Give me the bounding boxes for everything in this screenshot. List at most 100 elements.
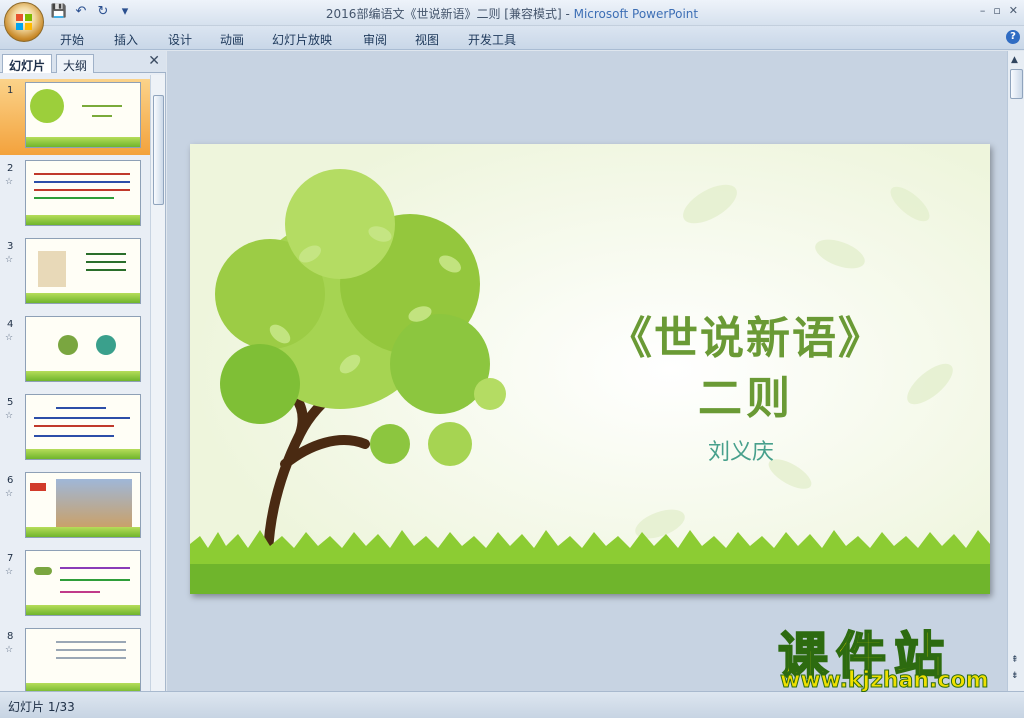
slide-thumbnail[interactable]: 4 ☆	[0, 313, 150, 389]
thumbnail-list: 1 2 ☆ 3 ☆ 4 ☆ 5 ☆ 6 ☆ 7 ☆ 8 ☆	[0, 75, 150, 691]
thumbnail-scrollbar[interactable]	[150, 75, 165, 691]
tab-review[interactable]: 审阅	[363, 31, 387, 48]
text-line	[56, 641, 126, 643]
grass-strip	[26, 137, 140, 147]
tab-home[interactable]: 开始	[60, 31, 84, 48]
slide-number: 8	[7, 631, 14, 642]
tab-developer[interactable]: 开发工具	[468, 31, 516, 48]
grass-strip	[26, 371, 140, 381]
slide-thumbnail[interactable]: 2 ☆	[0, 157, 150, 233]
office-logo-icon	[16, 14, 32, 30]
label-shape	[34, 567, 52, 575]
slide-number: 4	[7, 319, 14, 330]
thumbnail-image	[25, 82, 141, 148]
ribbon-tabs: 开始 插入 设计 动画 幻灯片放映 审阅 视图 开发工具 ?	[0, 26, 1024, 50]
minimize-icon[interactable]: –	[980, 4, 986, 17]
pane-tabs: 幻灯片 大纲 ✕	[0, 51, 166, 73]
slide-number: 2	[7, 163, 14, 174]
animation-star-icon: ☆	[5, 489, 14, 499]
text-line	[86, 261, 126, 263]
text-line	[34, 181, 130, 183]
slide-number: 6	[7, 475, 14, 486]
tab-design[interactable]: 设计	[168, 31, 192, 48]
slide-thumbnail[interactable]: 8 ☆	[0, 625, 150, 691]
text-line	[34, 189, 130, 191]
thumbnail-image	[25, 160, 141, 226]
animation-star-icon: ☆	[5, 645, 14, 655]
thumbnail-image	[25, 628, 141, 691]
slide-title[interactable]: 《世说新语》	[576, 302, 916, 366]
text-line	[86, 253, 126, 255]
slide-indicator: 幻灯片 1/33	[8, 700, 75, 714]
text-line	[56, 649, 126, 651]
slide-thumbnail[interactable]: 7 ☆	[0, 547, 150, 623]
circle-shape	[58, 335, 78, 355]
circle-shape	[96, 335, 116, 355]
tab-animation[interactable]: 动画	[220, 31, 244, 48]
status-bar: 幻灯片 1/33	[0, 691, 1024, 718]
text-line	[56, 657, 126, 659]
text-line	[56, 407, 106, 409]
slide-thumbnail[interactable]: 5 ☆	[0, 391, 150, 467]
prev-slide-icon[interactable]: ⇞	[1011, 655, 1019, 665]
slide-subtitle[interactable]: 二则	[576, 362, 916, 426]
text-line	[60, 579, 130, 581]
scrollbar-thumb[interactable]	[153, 95, 164, 205]
slide-editor: 《世说新语》 二则 刘义庆	[167, 51, 1007, 691]
portrait-image	[38, 251, 66, 287]
document-title: 2016部编语文《世说新语》二则 [兼容模式] -	[325, 7, 574, 21]
text-line	[60, 591, 100, 593]
scroll-up-icon[interactable]: ▲	[1011, 55, 1018, 65]
editor-scrollbar[interactable]: ▲ ⇞ ⇟	[1007, 51, 1024, 691]
thumbnail-image	[25, 238, 141, 304]
thumbnail-image	[25, 316, 141, 382]
restore-icon[interactable]: ▫	[993, 4, 1000, 17]
slides-pane: 幻灯片 大纲 ✕ 1 2 ☆ 3 ☆ 4 ☆ 5 ☆ 6 ☆ 7 ☆ 8 ☆	[0, 51, 166, 691]
current-slide[interactable]: 《世说新语》 二则 刘义庆	[190, 144, 990, 594]
slide-thumbnail[interactable]: 1	[0, 79, 150, 155]
window-controls: – ▫ ✕	[980, 4, 1018, 17]
grass-strip	[26, 215, 140, 225]
window-title: 2016部编语文《世说新语》二则 [兼容模式] - Microsoft Powe…	[0, 5, 1024, 22]
slide-author[interactable]: 刘义庆	[646, 434, 836, 466]
slide-number: 7	[7, 553, 14, 564]
help-icon[interactable]: ?	[1006, 30, 1020, 44]
next-slide-icon[interactable]: ⇟	[1011, 671, 1019, 681]
scrollbar-thumb[interactable]	[1010, 69, 1023, 99]
animation-star-icon: ☆	[5, 567, 14, 577]
office-button[interactable]	[4, 2, 44, 42]
pane-close-icon[interactable]: ✕	[148, 53, 160, 69]
text-line	[34, 197, 114, 199]
watermark-url: www.kjzhan.com	[780, 668, 990, 694]
animation-star-icon: ☆	[5, 333, 14, 343]
close-icon[interactable]: ✕	[1009, 4, 1018, 17]
grass-strip	[26, 605, 140, 615]
title-line	[82, 105, 122, 107]
tab-view[interactable]: 视图	[415, 31, 439, 48]
tab-insert[interactable]: 插入	[114, 31, 138, 48]
label-shape	[30, 483, 46, 491]
text-line	[86, 269, 126, 271]
thumbnail-image	[25, 472, 141, 538]
title-line	[92, 115, 112, 117]
grass-strip	[26, 527, 140, 537]
slide-number: 3	[7, 241, 14, 252]
grass-strip	[26, 293, 140, 303]
tab-outline[interactable]: 大纲	[56, 54, 95, 73]
animation-star-icon: ☆	[5, 411, 14, 421]
animation-star-icon: ☆	[5, 177, 14, 187]
thumbnail-image	[25, 550, 141, 616]
watermark-logo: 课件站	[777, 626, 952, 686]
text-line	[34, 417, 130, 419]
tree-icon	[30, 89, 64, 123]
tab-slideshow[interactable]: 幻灯片放映	[272, 31, 332, 48]
slide-number: 5	[7, 397, 14, 408]
slide-number: 1	[7, 85, 14, 96]
title-bar: 💾 ↶ ↻ ▾ 2016部编语文《世说新语》二则 [兼容模式] - Micros…	[0, 0, 1024, 42]
slide-thumbnail[interactable]: 3 ☆	[0, 235, 150, 311]
text-line	[60, 567, 130, 569]
tab-slides[interactable]: 幻灯片	[2, 54, 53, 73]
app-name: Microsoft PowerPoint	[573, 7, 699, 21]
slide-thumbnail[interactable]: 6 ☆	[0, 469, 150, 545]
text-line	[34, 435, 114, 437]
